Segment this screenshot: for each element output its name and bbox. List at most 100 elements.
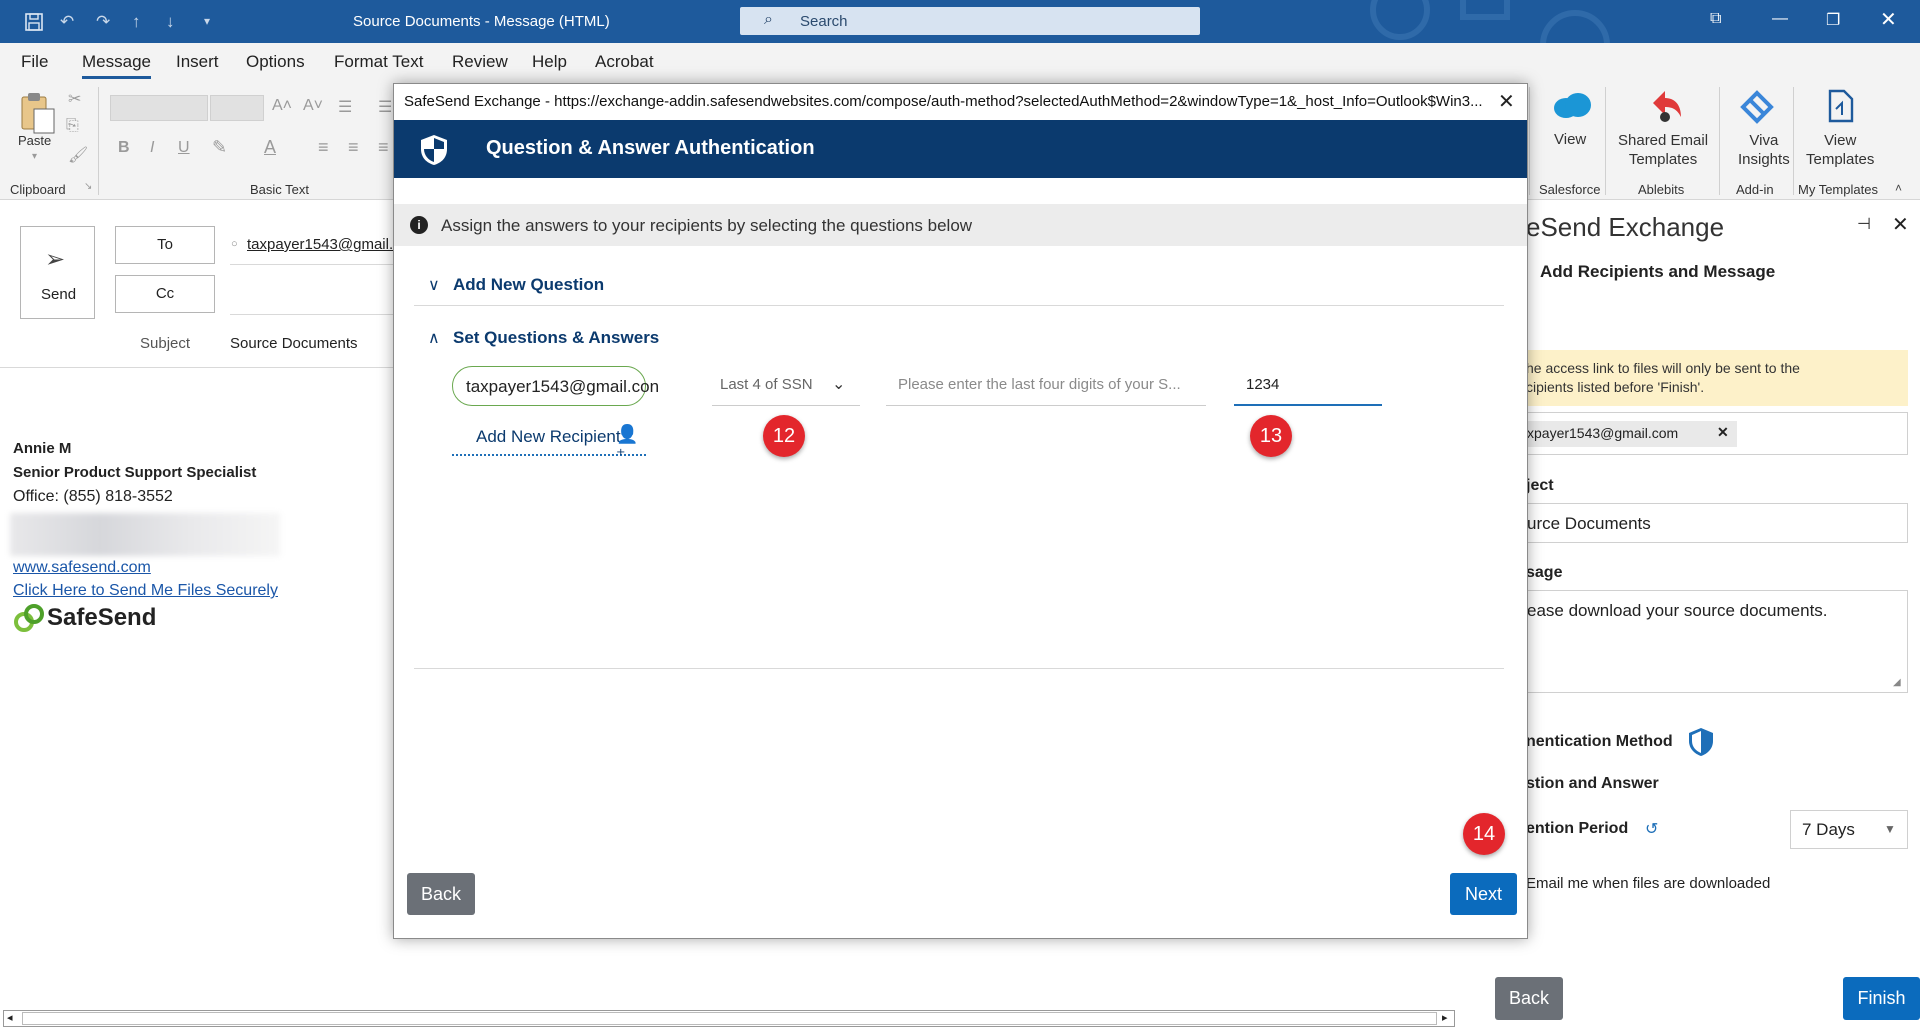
answer-input[interactable]: 1234 [1234, 366, 1382, 406]
info-text: Assign the answers to your recipients by… [441, 216, 973, 235]
tab-acrobat[interactable]: Acrobat [595, 52, 654, 72]
recipient-pill[interactable]: taxpayer1543@gmail.con [452, 366, 659, 406]
secure-files-link[interactable]: Click Here to Send Me Files Securely [13, 582, 278, 600]
search-box[interactable]: ⌕ Search [740, 7, 1200, 35]
shield-icon [420, 134, 448, 166]
paste-dropdown-icon[interactable]: ▾ [32, 151, 37, 162]
addin-group-label: Add-in [1736, 182, 1774, 197]
pane-finish-button[interactable]: Finish [1843, 977, 1920, 1020]
redo-icon[interactable]: ↷ [96, 12, 110, 32]
view-templates-icon[interactable] [1826, 89, 1856, 125]
pane-message-input[interactable]: ease download your source documents. ◢ [1526, 590, 1908, 693]
dialog-back-button[interactable]: Back [407, 873, 475, 915]
shared-email-templates-label[interactable]: Shared Email Templates [1618, 131, 1708, 169]
scroll-right-icon[interactable]: ▸ [1442, 1011, 1448, 1024]
scroll-left-icon[interactable]: ◂ [7, 1011, 13, 1024]
add-new-recipient-button[interactable]: Add New Recipient 👤⁺ [452, 418, 646, 465]
chevron-down-icon[interactable]: ∨ [428, 275, 440, 295]
pane-title: eSend Exchange [1526, 212, 1725, 242]
cc-button[interactable]: Cc [115, 275, 215, 313]
italic-icon[interactable]: I [150, 139, 154, 157]
tab-format-text[interactable]: Format Text [334, 52, 423, 72]
minimize-icon[interactable]: — [1772, 10, 1788, 28]
dialog-url-title: SafeSend Exchange - https://exchange-add… [404, 93, 1483, 110]
paste-icon[interactable] [18, 91, 58, 135]
retention-period-value: 7 Days [1802, 820, 1855, 839]
align-center-icon[interactable]: ≡ [348, 137, 359, 158]
salesforce-cloud-icon[interactable] [1552, 91, 1592, 121]
viva-insights-icon[interactable] [1737, 89, 1777, 127]
pane-notice: he access link to files will only be sen… [1526, 350, 1908, 406]
down-arrow-icon[interactable]: ↓ [166, 12, 175, 32]
viva-insights-label[interactable]: Viva Insights [1738, 131, 1790, 169]
horizontal-scrollbar[interactable]: ◂ ▸ [3, 1010, 1455, 1027]
view-salesforce-label[interactable]: View [1554, 131, 1586, 148]
pane-message-label: sage [1526, 564, 1563, 581]
remove-recipient-icon[interactable]: ✕ [1717, 424, 1729, 441]
to-button[interactable]: To [115, 226, 215, 264]
retention-period-select[interactable]: 7 Days ▼ [1790, 810, 1908, 849]
restore-ribbon-icon[interactable]: ⧉ [1710, 10, 1721, 28]
numbering-icon[interactable]: ☰ [378, 97, 392, 117]
pane-subject-value: urce Documents [1527, 514, 1651, 533]
dialog-next-button[interactable]: Next [1450, 873, 1517, 915]
up-arrow-icon[interactable]: ↑ [132, 12, 141, 32]
shared-templates-icon[interactable] [1645, 87, 1685, 127]
view-templates-label[interactable]: View Templates [1806, 131, 1874, 169]
save-icon[interactable] [24, 12, 44, 37]
underline-icon[interactable]: U [178, 139, 190, 157]
dialog-close-icon[interactable]: ✕ [1498, 89, 1515, 114]
title-decoration [1340, 0, 1680, 43]
set-questions-toggle[interactable]: Set Questions & Answers [453, 328, 659, 348]
collapse-ribbon-icon[interactable]: ˄ [1895, 181, 1902, 195]
email-me-option[interactable]: Email me when files are downloaded [1526, 875, 1770, 892]
font-size-box[interactable] [210, 95, 264, 121]
font-color-icon[interactable]: A [264, 137, 276, 158]
search-icon: ⌕ [764, 11, 773, 28]
tab-insert[interactable]: Insert [176, 52, 219, 72]
shrink-font-icon[interactable]: A˅ [303, 97, 323, 115]
highlight-icon[interactable]: ✎ [212, 137, 227, 158]
bullets-icon[interactable]: ☰ [338, 97, 352, 117]
chevron-up-icon[interactable]: ∧ [428, 328, 440, 348]
cut-icon[interactable]: ✂ [68, 89, 81, 109]
font-name-box[interactable] [110, 95, 208, 121]
align-left-icon[interactable]: ≡ [318, 137, 329, 158]
scroll-thumb[interactable] [22, 1012, 1437, 1025]
question-text-input[interactable]: Please enter the last four digits of you… [886, 366, 1206, 406]
close-window-icon[interactable]: ✕ [1880, 7, 1897, 32]
paste-label[interactable]: Paste [18, 133, 51, 148]
grow-font-icon[interactable]: A˄ [272, 97, 292, 115]
send-button[interactable]: ➢ Send [20, 226, 95, 319]
basic-text-group-label: Basic Text [250, 182, 310, 197]
my-templates-group-label: My Templates [1798, 182, 1878, 197]
pane-close-icon[interactable]: ✕ [1892, 212, 1909, 237]
question-select[interactable]: Last 4 of SSN ⌄ [712, 366, 860, 406]
pane-subject-input[interactable]: urce Documents [1526, 503, 1908, 543]
format-painter-icon[interactable]: 🖌 [68, 145, 88, 165]
subject-input[interactable]: Source Documents [230, 335, 358, 352]
website-link[interactable]: www.safesend.com [13, 559, 151, 577]
undo-icon[interactable]: ↶ [60, 12, 74, 32]
to-recipient[interactable]: taxpayer1543@gmail.c [247, 236, 393, 253]
tab-file[interactable]: File [21, 52, 48, 72]
pin-icon[interactable]: ⊣ [1857, 214, 1871, 234]
resize-grip-icon[interactable]: ◢ [1893, 677, 1901, 688]
step-badge-12: 12 [763, 415, 805, 457]
clipboard-launcher-icon[interactable]: ↘ [84, 181, 92, 192]
tab-options[interactable]: Options [246, 52, 305, 72]
recipient-chip-text: xpayer1543@gmail.com [1527, 425, 1679, 441]
maximize-icon[interactable]: ❐ [1826, 10, 1840, 30]
align-right-icon[interactable]: ≡ [378, 137, 389, 158]
tab-message[interactable]: Message [82, 52, 151, 79]
tab-help[interactable]: Help [532, 52, 567, 72]
bold-icon[interactable]: B [118, 139, 130, 157]
copy-icon[interactable]: ⎘ [66, 117, 79, 135]
customize-qat-icon[interactable]: ▾ [204, 14, 210, 28]
pane-back-button[interactable]: Back [1495, 977, 1563, 1020]
presence-icon: ○ [231, 238, 238, 250]
tab-review[interactable]: Review [452, 52, 508, 72]
search-placeholder: Search [800, 13, 848, 30]
add-new-question-toggle[interactable]: Add New Question [453, 275, 604, 295]
pane-recipients-box[interactable]: xpayer1543@gmail.com ✕ [1526, 412, 1908, 455]
